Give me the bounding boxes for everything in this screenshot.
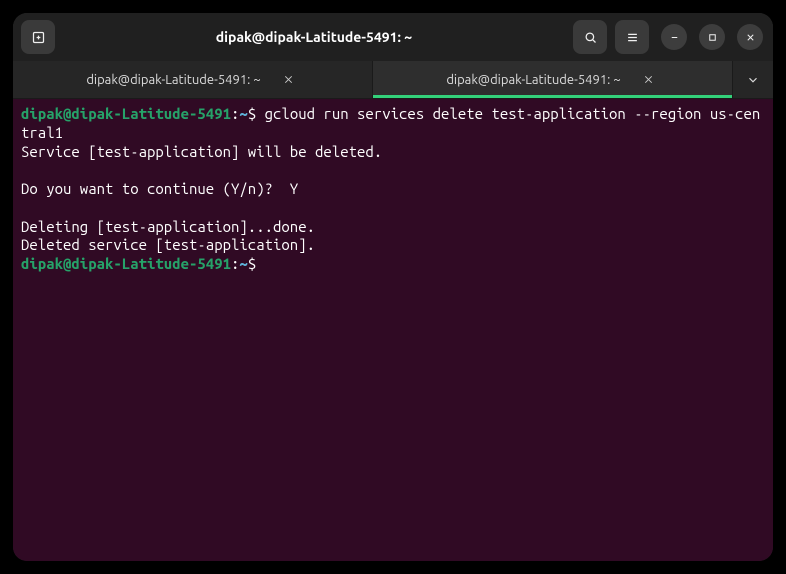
minimize-button[interactable] bbox=[661, 24, 687, 50]
terminal-content[interactable]: dipak@dipak-Latitude-5491:~$ gcloud run … bbox=[13, 99, 773, 561]
tab-close-icon[interactable] bbox=[279, 70, 299, 90]
terminal-cursor-area bbox=[256, 255, 264, 272]
terminal-output: Deleted service [test-application]. bbox=[21, 236, 315, 253]
tab-label: dipak@dipak-Latitude-5491: ~ bbox=[86, 73, 260, 87]
terminal-output: Deleting [test-application]...done. bbox=[21, 218, 315, 235]
titlebar: dipak@dipak-Latitude-5491: ~ bbox=[13, 13, 773, 61]
tab-close-icon[interactable] bbox=[639, 70, 659, 90]
tab-label: dipak@dipak-Latitude-5491: ~ bbox=[446, 73, 620, 87]
prompt-path: ~ bbox=[239, 255, 247, 272]
terminal-output: Service [test-application] will be delet… bbox=[21, 143, 382, 160]
search-button[interactable] bbox=[573, 20, 607, 54]
prompt-symbol: $ bbox=[248, 255, 256, 272]
tab-bar: dipak@dipak-Latitude-5491: ~ dipak@dipak… bbox=[13, 61, 773, 99]
prompt-user: dipak@dipak-Latitude-5491 bbox=[21, 105, 231, 122]
tab-dropdown-button[interactable] bbox=[733, 61, 773, 98]
tab-2[interactable]: dipak@dipak-Latitude-5491: ~ bbox=[373, 61, 733, 98]
terminal-output: Do you want to continue (Y/n)? Y bbox=[21, 180, 298, 197]
window-title: dipak@dipak-Latitude-5491: ~ bbox=[63, 29, 565, 45]
maximize-button[interactable] bbox=[699, 24, 725, 50]
prompt-user: dipak@dipak-Latitude-5491 bbox=[21, 255, 231, 272]
prompt-symbol: $ bbox=[248, 105, 256, 122]
close-button[interactable] bbox=[737, 24, 763, 50]
terminal-window: dipak@dipak-Latitude-5491: ~ dipak@dipak… bbox=[13, 13, 773, 561]
menu-button[interactable] bbox=[615, 20, 649, 54]
new-tab-button[interactable] bbox=[21, 20, 55, 54]
tab-1[interactable]: dipak@dipak-Latitude-5491: ~ bbox=[13, 61, 373, 98]
prompt-path: ~ bbox=[239, 105, 247, 122]
window-controls bbox=[661, 24, 763, 50]
